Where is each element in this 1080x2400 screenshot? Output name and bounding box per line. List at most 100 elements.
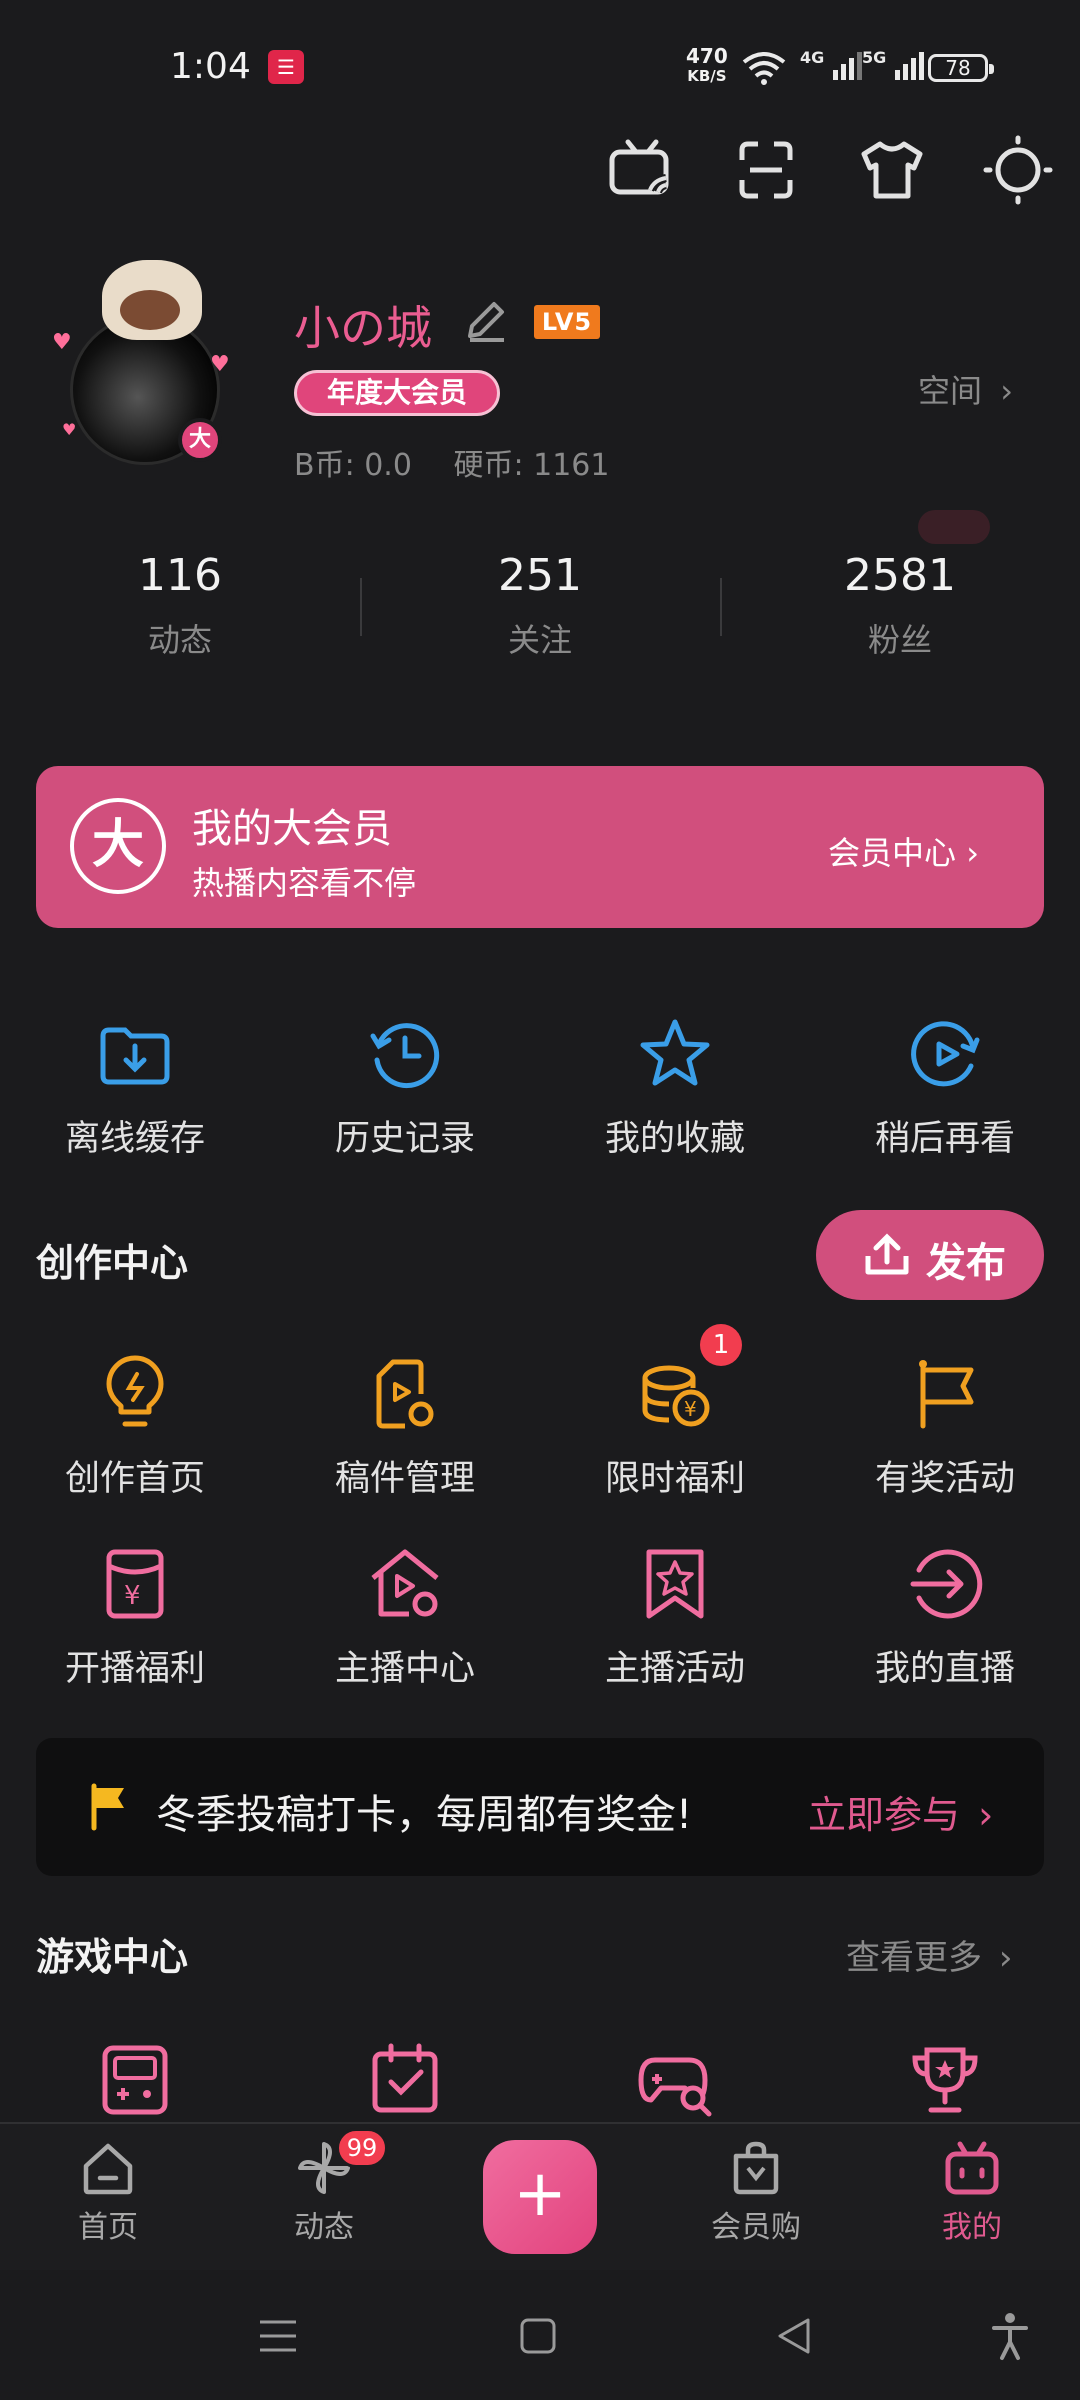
avatar-pendant-face bbox=[120, 290, 180, 330]
creation-item-label: 有奖活动 bbox=[874, 1459, 1015, 1499]
stat-fans[interactable]: 2581 粉丝 bbox=[790, 550, 1010, 661]
vip-status-badge[interactable]: 年度大会员 bbox=[294, 370, 500, 416]
creation-item-label: 稿件管理 bbox=[334, 1459, 475, 1499]
game-center-more-link[interactable]: 查看更多 › bbox=[846, 1930, 1012, 1979]
creation-item-label: 创作首页 bbox=[64, 1459, 205, 1499]
stat-value: 116 bbox=[138, 550, 222, 601]
creation-item-activities[interactable]: 有奖活动 bbox=[810, 1354, 1080, 1501]
creation-item-label: 我的直播 bbox=[874, 1649, 1015, 1689]
creation-item-streamer-center[interactable]: 主播中心 bbox=[270, 1544, 540, 1691]
notification-badge: 1 bbox=[700, 1324, 742, 1366]
chevron-right-icon: › bbox=[966, 834, 979, 872]
promo-join-link[interactable]: 立即参与 › bbox=[808, 1784, 993, 1839]
quick-action-watch-later[interactable]: 稍后再看 bbox=[810, 1014, 1080, 1161]
nav-mine[interactable]: 我的 bbox=[892, 2138, 1052, 2246]
coin-balances: B币: 0.0 硬币: 1161 bbox=[294, 440, 609, 484]
creation-item-manuscripts[interactable]: 稿件管理 bbox=[270, 1354, 540, 1501]
divider bbox=[360, 578, 362, 636]
quick-action-favorites[interactable]: 我的收藏 bbox=[540, 1014, 810, 1161]
stat-label: 粉丝 bbox=[867, 621, 932, 659]
vip-banner-subtitle: 热播内容看不停 bbox=[192, 864, 417, 902]
publish-button[interactable]: 发布 bbox=[816, 1210, 1044, 1300]
space-link[interactable]: 空间 › bbox=[918, 366, 1013, 412]
chevron-right-icon: › bbox=[1000, 372, 1013, 410]
space-link-label: 空间 bbox=[918, 372, 983, 410]
creation-item-streamer-activities[interactable]: 主播活动 bbox=[540, 1544, 810, 1691]
manuscript-icon bbox=[376, 1359, 434, 1429]
nav-label: 我的 bbox=[942, 2210, 1002, 2245]
enter-live-icon bbox=[910, 1549, 983, 1619]
b-coin-balance: B币: 0.0 bbox=[294, 448, 412, 483]
home-icon bbox=[83, 2143, 133, 2195]
nav-vip-shop[interactable]: 会员购 bbox=[676, 2138, 836, 2246]
menu-icon[interactable] bbox=[256, 2314, 300, 2358]
gameboy-icon[interactable] bbox=[95, 2040, 175, 2120]
vip-banner[interactable]: 大 我的大会员 热播内容看不停 会员中心 › bbox=[36, 766, 1044, 928]
trophy-icon[interactable] bbox=[905, 2040, 985, 2120]
level-badge: LV5 bbox=[534, 305, 600, 339]
more-link-label: 查看更多 bbox=[846, 1938, 982, 1978]
coin-balance: 硬币: 1161 bbox=[453, 448, 610, 483]
history-icon bbox=[370, 1023, 440, 1089]
nav-label: 动态 bbox=[294, 2210, 354, 2245]
signal-bars-icon bbox=[832, 52, 862, 80]
tv-cast-icon[interactable] bbox=[600, 130, 680, 210]
wifi-icon bbox=[742, 52, 786, 85]
theme-shirt-icon[interactable] bbox=[852, 130, 932, 210]
lightbulb-icon bbox=[106, 1355, 164, 1427]
nav-create-button[interactable]: + bbox=[483, 2140, 597, 2254]
watch-later-icon bbox=[911, 1021, 980, 1087]
creation-item-my-live[interactable]: 我的直播 bbox=[810, 1544, 1080, 1691]
vip-center-label: 会员中心 bbox=[828, 834, 957, 872]
status-time: 1:04 bbox=[170, 46, 251, 87]
vip-logo-icon: 大 bbox=[70, 798, 166, 894]
quick-action-label: 离线缓存 bbox=[64, 1119, 205, 1159]
bilibili-tv-icon bbox=[945, 2141, 999, 2195]
game-center-title: 游戏中心 bbox=[36, 1935, 189, 1979]
scan-icon[interactable] bbox=[726, 130, 806, 210]
chevron-right-icon: › bbox=[998, 1938, 1013, 1978]
fans-new-badge bbox=[918, 510, 990, 544]
promo-banner[interactable]: 冬季投稿打卡，每周都有奖金! 立即参与 › bbox=[36, 1738, 1044, 1876]
quick-action-history[interactable]: 历史记录 bbox=[270, 1014, 540, 1161]
creation-center-title: 创作中心 bbox=[36, 1241, 189, 1285]
quick-action-label: 历史记录 bbox=[334, 1119, 475, 1159]
creation-item-home[interactable]: 创作首页 bbox=[0, 1354, 270, 1501]
heart-icon: ♥ bbox=[62, 420, 77, 439]
offline-download-icon bbox=[100, 1027, 170, 1085]
upload-icon bbox=[865, 1233, 909, 1275]
net-speed-unit: KB/S bbox=[687, 67, 727, 85]
svg-text:¥: ¥ bbox=[124, 1581, 141, 1611]
calendar-check-icon[interactable] bbox=[365, 2040, 445, 2120]
promo-text: 冬季投稿打卡，每周都有奖金! bbox=[156, 1792, 693, 1838]
avatar-vip-badge: 大 bbox=[178, 418, 222, 462]
nav-home[interactable]: 首页 bbox=[28, 2138, 188, 2246]
username[interactable]: 小の城 bbox=[294, 292, 432, 358]
stat-label: 关注 bbox=[507, 621, 572, 659]
home-square-icon[interactable] bbox=[516, 2314, 560, 2358]
svg-text:¥: ¥ bbox=[684, 1397, 697, 1421]
nav-dynamics-badge: 99 bbox=[336, 2128, 388, 2168]
avatar[interactable]: ♥ ♥ ♥ 大 bbox=[52, 260, 230, 465]
stat-following[interactable]: 251 关注 bbox=[430, 550, 650, 661]
stat-dynamics[interactable]: 116 动态 bbox=[70, 550, 290, 661]
creation-item-benefits[interactable]: ¥ 限时福利 bbox=[540, 1354, 810, 1501]
quick-action-offline[interactable]: 离线缓存 bbox=[0, 1014, 270, 1161]
back-icon[interactable] bbox=[772, 2314, 816, 2358]
night-mode-icon[interactable] bbox=[978, 130, 1058, 210]
edit-pencil-icon[interactable] bbox=[460, 296, 510, 346]
signal-5g: 5G bbox=[862, 48, 925, 80]
net-speed: 470 KB/S bbox=[686, 46, 728, 86]
vip-center-link[interactable]: 会员中心 › bbox=[828, 828, 979, 874]
quick-action-label: 稍后再看 bbox=[874, 1119, 1015, 1159]
system-nav-bar bbox=[0, 2270, 1080, 2400]
stat-value: 251 bbox=[498, 550, 582, 601]
gamepad-search-icon[interactable] bbox=[635, 2040, 715, 2120]
shopping-bag-icon bbox=[733, 2141, 779, 2195]
accessibility-icon[interactable] bbox=[988, 2310, 1032, 2362]
signal-4g: 4G bbox=[800, 48, 863, 80]
creation-item-label: 主播活动 bbox=[604, 1649, 745, 1689]
creation-item-live-benefits[interactable]: ¥ 开播福利 bbox=[0, 1544, 270, 1691]
coins-icon: ¥ bbox=[642, 1365, 710, 1427]
battery-indicator: 78 bbox=[928, 54, 994, 82]
